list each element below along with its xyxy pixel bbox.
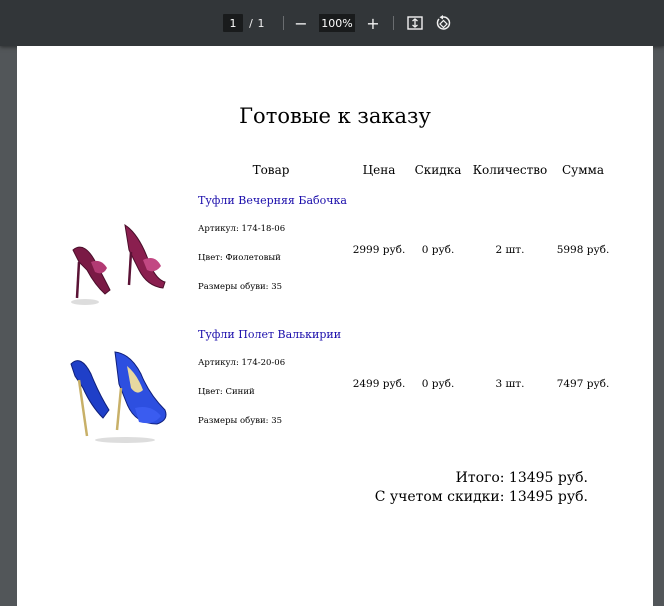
product-color: Цвет: Фиолетовый bbox=[198, 253, 281, 263]
toolbar-divider bbox=[393, 16, 394, 30]
product-discount: 0 руб. bbox=[421, 244, 455, 256]
column-header-price: Цена bbox=[362, 163, 396, 177]
zoom-in-button[interactable]: + bbox=[366, 14, 380, 33]
product-article: Артикул: 174-20-06 bbox=[198, 358, 286, 368]
column-header-discount: Скидка bbox=[414, 163, 462, 177]
product-size: Размеры обуви: 35 bbox=[198, 416, 283, 426]
pdf-page: Готовые к заказу Товар Цена Скидка Колич… bbox=[17, 46, 653, 606]
order-total-with-discount: С учетом скидки: 13495 руб. bbox=[374, 489, 588, 505]
column-header-quantity: Количество bbox=[472, 163, 548, 177]
table-row: Туфли Полет Валькирии Артикул: 174-20-06… bbox=[17, 326, 653, 446]
table-row: Туфли Вечерняя Бабочка Артикул: 174-18-0… bbox=[17, 192, 653, 312]
zoom-out-button[interactable]: − bbox=[294, 14, 308, 33]
rotate-icon[interactable] bbox=[434, 14, 452, 32]
fit-to-page-icon[interactable] bbox=[406, 14, 424, 32]
product-price: 2999 руб. bbox=[352, 244, 406, 256]
product-color: Цвет: Синий bbox=[198, 387, 255, 397]
order-total: Итого: 13495 руб. bbox=[455, 470, 588, 486]
product-image-shoe bbox=[70, 351, 167, 443]
page-total: 1 bbox=[257, 16, 265, 30]
product-sum: 7497 руб. bbox=[556, 378, 610, 390]
product-size: Размеры обуви: 35 bbox=[198, 282, 283, 292]
zoom-level-input[interactable]: 100% bbox=[319, 14, 355, 32]
product-sum: 5998 руб. bbox=[556, 244, 610, 256]
product-discount: 0 руб. bbox=[421, 378, 455, 390]
page-number-input[interactable]: 1 bbox=[223, 14, 243, 32]
product-image-shoe bbox=[71, 223, 166, 305]
page-separator: / bbox=[249, 16, 253, 30]
toolbar-divider bbox=[283, 16, 284, 30]
product-quantity: 3 шт. bbox=[495, 378, 525, 390]
pdf-toolbar: 1 / 1 − 100% + bbox=[0, 0, 664, 46]
column-header-sum: Сумма bbox=[561, 163, 605, 177]
product-name-link[interactable]: Туфли Вечерняя Бабочка bbox=[198, 194, 347, 207]
product-quantity: 2 шт. bbox=[495, 244, 525, 256]
product-price: 2499 руб. bbox=[352, 378, 406, 390]
column-header-product: Товар bbox=[252, 163, 290, 177]
page-title: Готовые к заказу bbox=[239, 104, 431, 128]
product-article: Артикул: 174-18-06 bbox=[198, 224, 286, 234]
product-name-link[interactable]: Туфли Полет Валькирии bbox=[198, 328, 341, 341]
